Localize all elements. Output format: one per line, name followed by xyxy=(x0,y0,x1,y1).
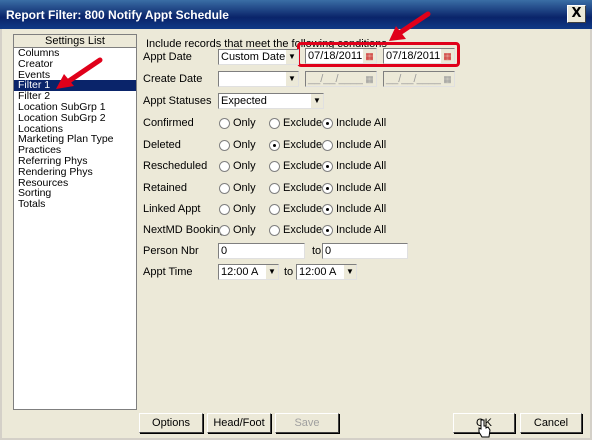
confirmed-exclude-label[interactable]: Exclude xyxy=(283,117,322,129)
deleted-include-all-label[interactable]: Include All xyxy=(336,139,386,151)
chevron-down-icon[interactable]: ▼ xyxy=(310,94,323,108)
nextmd-booking-exclude-label[interactable]: Exclude xyxy=(283,224,322,236)
appt-statuses-select[interactable]: Expected ▼ xyxy=(218,93,324,109)
linked-appt-include-all-radio[interactable] xyxy=(322,204,333,215)
create-date-label: Create Date xyxy=(143,73,203,85)
chevron-down-icon[interactable]: ▼ xyxy=(343,265,356,279)
settings-item-rendering-phys[interactable]: Rendering Phys xyxy=(14,166,136,178)
appt-date-from-value: 07/18/2011 xyxy=(308,50,363,62)
chevron-down-icon[interactable]: ▼ xyxy=(285,50,298,64)
person-nbr-from-value: 0 xyxy=(221,245,228,257)
appt-statuses-value: Expected xyxy=(221,95,267,107)
person-nbr-label: Person Nbr xyxy=(143,245,199,257)
settings-item-totals[interactable]: Totals xyxy=(14,199,136,210)
chevron-down-icon[interactable]: ▼ xyxy=(285,72,298,86)
settings-item-location-subgrp-2[interactable]: Location SubGrp 2 xyxy=(14,112,136,124)
person-nbr-to-label: to xyxy=(312,245,322,257)
cancel-button[interactable]: Cancel xyxy=(520,413,582,433)
rescheduled-include-all-radio[interactable] xyxy=(322,161,333,172)
appt-time-from-value: 12:00 A xyxy=(221,266,259,278)
create-date-from-field: __/__/____ ▦ xyxy=(305,71,377,87)
mouse-cursor-icon xyxy=(478,419,491,438)
confirmed-only-radio[interactable] xyxy=(219,118,230,129)
calendar-icon: ▦ xyxy=(441,72,454,86)
deleted-exclude-radio[interactable] xyxy=(269,140,280,151)
create-date-to-field: __/__/____ ▦ xyxy=(383,71,455,87)
retained-only-label[interactable]: Only xyxy=(233,182,256,194)
confirmed-only-label[interactable]: Only xyxy=(233,117,256,129)
appt-time-to-label: to xyxy=(284,266,294,278)
nextmd-booking-include-all-label[interactable]: Include All xyxy=(336,224,386,236)
nextmd-booking-include-all-radio[interactable] xyxy=(322,225,333,236)
deleted-only-label[interactable]: Only xyxy=(233,139,256,151)
nextmd-booking-exclude-radio[interactable] xyxy=(269,225,280,236)
linked-appt-exclude-radio[interactable] xyxy=(269,204,280,215)
appt-date-mode-select[interactable]: Custom Date ▼ xyxy=(218,49,299,65)
appt-date-from-field[interactable]: 07/18/2011 ▦ xyxy=(305,48,377,64)
linked-appt-exclude-label[interactable]: Exclude xyxy=(283,203,322,215)
rescheduled-label: Rescheduled xyxy=(143,160,208,172)
calendar-icon: ▦ xyxy=(363,72,376,86)
rescheduled-exclude-label[interactable]: Exclude xyxy=(283,160,322,172)
red-arrow-filter xyxy=(56,57,103,89)
confirmed-exclude-radio[interactable] xyxy=(269,118,280,129)
retained-exclude-radio[interactable] xyxy=(269,183,280,194)
rescheduled-only-radio[interactable] xyxy=(219,161,230,172)
linked-appt-only-radio[interactable] xyxy=(219,204,230,215)
appt-time-label: Appt Time xyxy=(143,266,193,278)
retained-include-all-label[interactable]: Include All xyxy=(336,182,386,194)
linked-appt-include-all-label[interactable]: Include All xyxy=(336,203,386,215)
appt-statuses-label: Appt Statuses xyxy=(143,95,212,107)
nextmd-booking-only-label[interactable]: Only xyxy=(233,224,256,236)
rescheduled-exclude-radio[interactable] xyxy=(269,161,280,172)
window-title: Report Filter: 800 Notify Appt Schedule xyxy=(6,8,229,22)
confirmed-label: Confirmed xyxy=(143,117,194,129)
nextmd-booking-label: NextMD Booking xyxy=(143,224,226,236)
rescheduled-only-label[interactable]: Only xyxy=(233,160,256,172)
create-date-mode-select[interactable]: ▼ xyxy=(218,71,299,87)
linked-appt-only-label[interactable]: Only xyxy=(233,203,256,215)
title-bar: Report Filter: 800 Notify Appt Schedule … xyxy=(0,0,592,29)
save-button: Save xyxy=(275,413,339,433)
nextmd-booking-only-radio[interactable] xyxy=(219,225,230,236)
appt-date-to-field[interactable]: 07/18/2011 ▦ xyxy=(383,48,455,64)
deleted-include-all-radio[interactable] xyxy=(322,140,333,151)
options-button[interactable]: Options xyxy=(139,413,203,433)
close-button[interactable]: X xyxy=(567,5,586,23)
person-nbr-to-field[interactable]: 0 xyxy=(322,243,408,259)
person-nbr-to-value: 0 xyxy=(325,245,332,257)
calendar-icon[interactable]: ▦ xyxy=(363,49,376,63)
create-date-from-value: __/__/____ xyxy=(308,73,364,85)
chevron-down-icon[interactable]: ▼ xyxy=(265,265,278,279)
retained-include-all-radio[interactable] xyxy=(322,183,333,194)
deleted-only-radio[interactable] xyxy=(219,140,230,151)
confirmed-include-all-radio[interactable] xyxy=(322,118,333,129)
confirmed-include-all-label[interactable]: Include All xyxy=(336,117,386,129)
appt-time-to-value: 12:00 A xyxy=(299,266,337,278)
head-foot-button[interactable]: Head/Foot xyxy=(207,413,271,433)
calendar-icon[interactable]: ▦ xyxy=(441,49,454,63)
appt-date-label: Appt Date xyxy=(143,51,192,63)
retained-exclude-label[interactable]: Exclude xyxy=(283,182,322,194)
retained-label: Retained xyxy=(143,182,188,194)
rescheduled-include-all-label[interactable]: Include All xyxy=(336,160,386,172)
red-arrow-date xyxy=(389,11,431,41)
appt-date-to-value: 07/18/2011 xyxy=(386,50,441,62)
appt-date-mode-value: Custom Date xyxy=(221,51,286,63)
deleted-exclude-label[interactable]: Exclude xyxy=(283,139,322,151)
create-date-to-value: __/__/____ xyxy=(386,73,442,85)
appt-time-from-select[interactable]: 12:00 A ▼ xyxy=(218,264,279,280)
retained-only-radio[interactable] xyxy=(219,183,230,194)
appt-time-to-select[interactable]: 12:00 A ▼ xyxy=(296,264,357,280)
linked-appt-label: Linked Appt xyxy=(143,203,201,215)
person-nbr-from-field[interactable]: 0 xyxy=(218,243,305,259)
deleted-label: Deleted xyxy=(143,139,181,151)
